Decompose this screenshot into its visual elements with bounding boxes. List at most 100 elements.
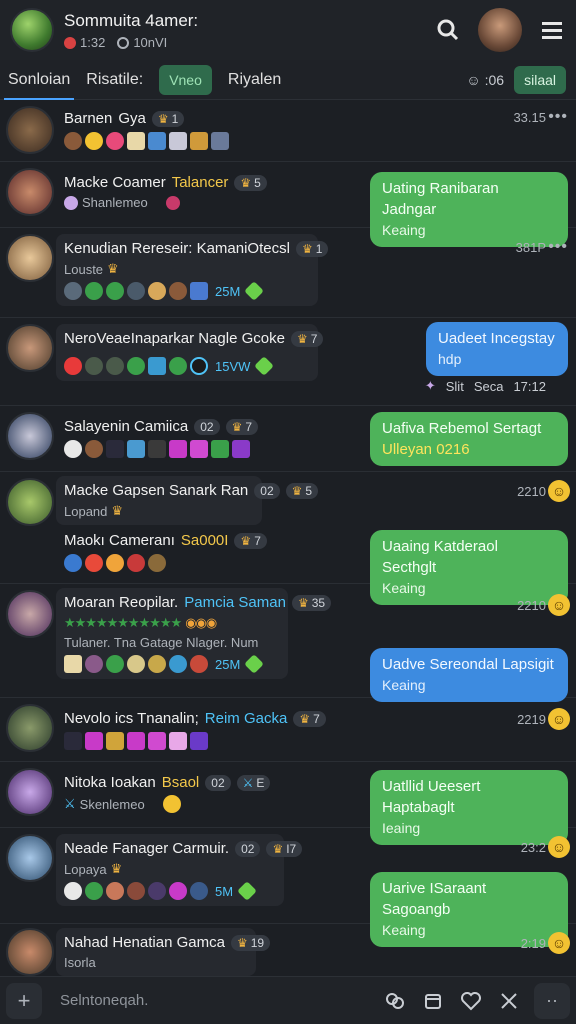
crown-icon: ♛ — [299, 711, 311, 726]
level-badge: ♛ 7 — [290, 330, 324, 347]
item-icon — [148, 732, 166, 750]
item-icon — [85, 357, 103, 375]
item-icon — [169, 132, 187, 150]
list-item[interactable]: Moaran Reopilar. Pamcia Saman ♛ 35 ★★★★★★★★… — [0, 584, 576, 702]
avatar — [6, 478, 54, 526]
menu-icon[interactable] — [538, 16, 566, 44]
search-icon[interactable] — [434, 16, 462, 44]
header-status: 1:32 10nVI — [64, 35, 434, 50]
item-icons — [64, 440, 258, 458]
tab-1[interactable]: Risatile: — [78, 60, 151, 100]
list-item[interactable]: Macke Coamer Talancer ♛ 5 Shanlemeo Uating … — [0, 162, 576, 247]
user-avatar[interactable] — [478, 8, 522, 52]
add-icon[interactable]: + — [6, 982, 42, 1019]
item-icon — [127, 282, 145, 300]
reply-bubble[interactable]: Uafiva Rebemol Sertagt Ulleyan 0216 — [370, 412, 568, 466]
list-item[interactable]: Nevolo ics Tnanalin; Reim Gacka ♛ 7 2219 ☺ — [0, 698, 576, 762]
emoji-icon[interactable]: ☺ — [548, 480, 570, 502]
message-box: Nahad Henatian Gamca ♛ 19 Isorla — [56, 928, 271, 976]
message-preview: Shanlemeo — [64, 195, 267, 210]
tier-badge: 02 — [194, 418, 220, 435]
item-icon — [64, 554, 82, 572]
sword-icon[interactable] — [490, 983, 528, 1019]
item-icon — [211, 132, 229, 150]
tab-action-button[interactable]: silaal — [514, 65, 566, 94]
list-item[interactable]: Neade Fanager Carmuir. 02 ♛ I7 Lopaya ♛ 5M 2… — [0, 828, 576, 947]
tier-badge: 02 — [254, 482, 280, 499]
item-icon — [106, 882, 124, 900]
reply-bubble[interactable]: Uadve Sereondal Lapsigit Keaing — [370, 648, 568, 702]
calendar-icon[interactable] — [414, 983, 452, 1019]
avatar — [6, 928, 54, 976]
sticker-icon[interactable] — [376, 983, 414, 1019]
item-icon — [106, 132, 124, 150]
chat-list[interactable]: Barnen Gya ♛ 1 33.15 ••• Macke Coamer Talanc… — [0, 100, 576, 976]
more-icon[interactable]: ·· — [534, 982, 570, 1019]
header-text: Sommuita 4amer: 1:32 10nVI — [64, 11, 434, 50]
reply-bubble[interactable]: Uadeet Incegstay hdp — [426, 322, 568, 376]
sender-name: Macke Gapsen Sanark Ran 02 ♛ 5 — [64, 482, 319, 499]
item-icon — [64, 440, 82, 458]
item-icon — [85, 132, 103, 150]
list-item[interactable]: Macke Gapsen Sanark Ran 02 ♛ 5 Lopand ♛ Maok… — [0, 472, 576, 605]
item-icon — [127, 440, 145, 458]
tab-2[interactable]: Vneo — [151, 60, 220, 100]
status-time: 10nVI — [117, 35, 167, 50]
sender-name: Nahad Henatian Gamca ♛ 19 — [64, 934, 271, 951]
list-item[interactable]: NeroVeaeInaparkar Nagle Gcoke ♛ 7 15VW Uad… — [0, 318, 576, 406]
avatar — [6, 106, 54, 154]
gem-icon: ✦ — [424, 378, 436, 393]
item-icon — [148, 440, 166, 458]
item-icon — [190, 357, 208, 375]
level-badge: ♛ 35 — [291, 594, 332, 611]
item-icon — [148, 554, 166, 572]
item-icon — [85, 732, 103, 750]
item-icon — [148, 282, 166, 300]
message-box: Nitoka Ioakan Bsaol 02 ⚔ E ⚔ Skenlemeo — [56, 768, 278, 819]
emoji-icon[interactable]: ☺ — [548, 932, 570, 954]
item-icon — [190, 655, 208, 673]
tier-badge: 02 — [235, 840, 261, 857]
online-counter[interactable]: ☺:06 — [466, 72, 504, 88]
heart-icon[interactable] — [452, 983, 490, 1019]
gem-icon — [237, 881, 257, 901]
more-options-icon[interactable]: ••• — [548, 108, 568, 126]
level-badge: ♛ 7 — [225, 418, 259, 435]
sword-icon: ⚔ — [64, 796, 76, 811]
item-icon — [169, 282, 187, 300]
item-icon — [148, 357, 166, 375]
level-badge: ♛ 1 — [295, 240, 329, 257]
message-box: Maokı Cameranı Sa000I ♛ 7 — [56, 526, 275, 578]
emoji-icon[interactable]: ☺ — [548, 708, 570, 730]
item-icons: 15VW — [64, 356, 310, 376]
level-badge: ⚔ E — [236, 774, 271, 791]
tab-2-pill: Vneo — [159, 64, 212, 95]
emoji-icon[interactable]: ☺ — [548, 594, 570, 616]
reply-meta: ✦ Slit Seca 17:12 — [424, 378, 546, 394]
group-avatar[interactable] — [10, 8, 54, 52]
avatar — [6, 768, 54, 816]
list-item[interactable]: Salayenin Camiica 02 ♛ 7 Uafiva Rebemol Ser… — [0, 406, 576, 472]
message-preview: Lopand ♛ — [64, 503, 124, 519]
emoji-icon[interactable]: ☺ — [548, 836, 570, 858]
timestamp: 33.15 — [513, 110, 546, 125]
tab-3[interactable]: Riyalen — [220, 60, 289, 100]
list-item[interactable]: Kenudian Rereseir: KamaniOtecsl ♛ 1 Louste… — [0, 228, 576, 318]
item-icon — [169, 440, 187, 458]
message-preview: Louste ♛ — [64, 261, 119, 277]
list-item[interactable]: Barnen Gya ♛ 1 33.15 ••• — [0, 100, 576, 162]
item-icon — [106, 440, 124, 458]
chat-app: Sommuita 4amer: 1:32 10nVI Sonloian Risa… — [0, 0, 576, 1024]
avatar — [6, 834, 54, 882]
tab-0[interactable]: Sonloian — [0, 60, 78, 100]
message-box: NeroVeaeInaparkar Nagle Gcoke ♛ 7 15VW — [56, 324, 324, 381]
message-input[interactable]: Selntoneqah. — [50, 983, 376, 1019]
timestamp: 2210 — [517, 484, 546, 499]
more-options-icon[interactable]: ••• — [548, 238, 568, 256]
list-item[interactable]: Nitoka Ioakan Bsaol 02 ⚔ E ⚔ Skenlemeo Uatlli… — [0, 762, 576, 845]
item-icon — [85, 655, 103, 673]
message-box: Salayenin Camiica 02 ♛ 7 — [56, 412, 266, 464]
list-item[interactable]: Nahad Henatian Gamca ♛ 19 Isorla 2:19 ☺ — [0, 924, 576, 976]
sender-name: Maokı Cameranı Sa000I ♛ 7 — [64, 532, 267, 549]
stat-label: 25M — [215, 656, 241, 672]
